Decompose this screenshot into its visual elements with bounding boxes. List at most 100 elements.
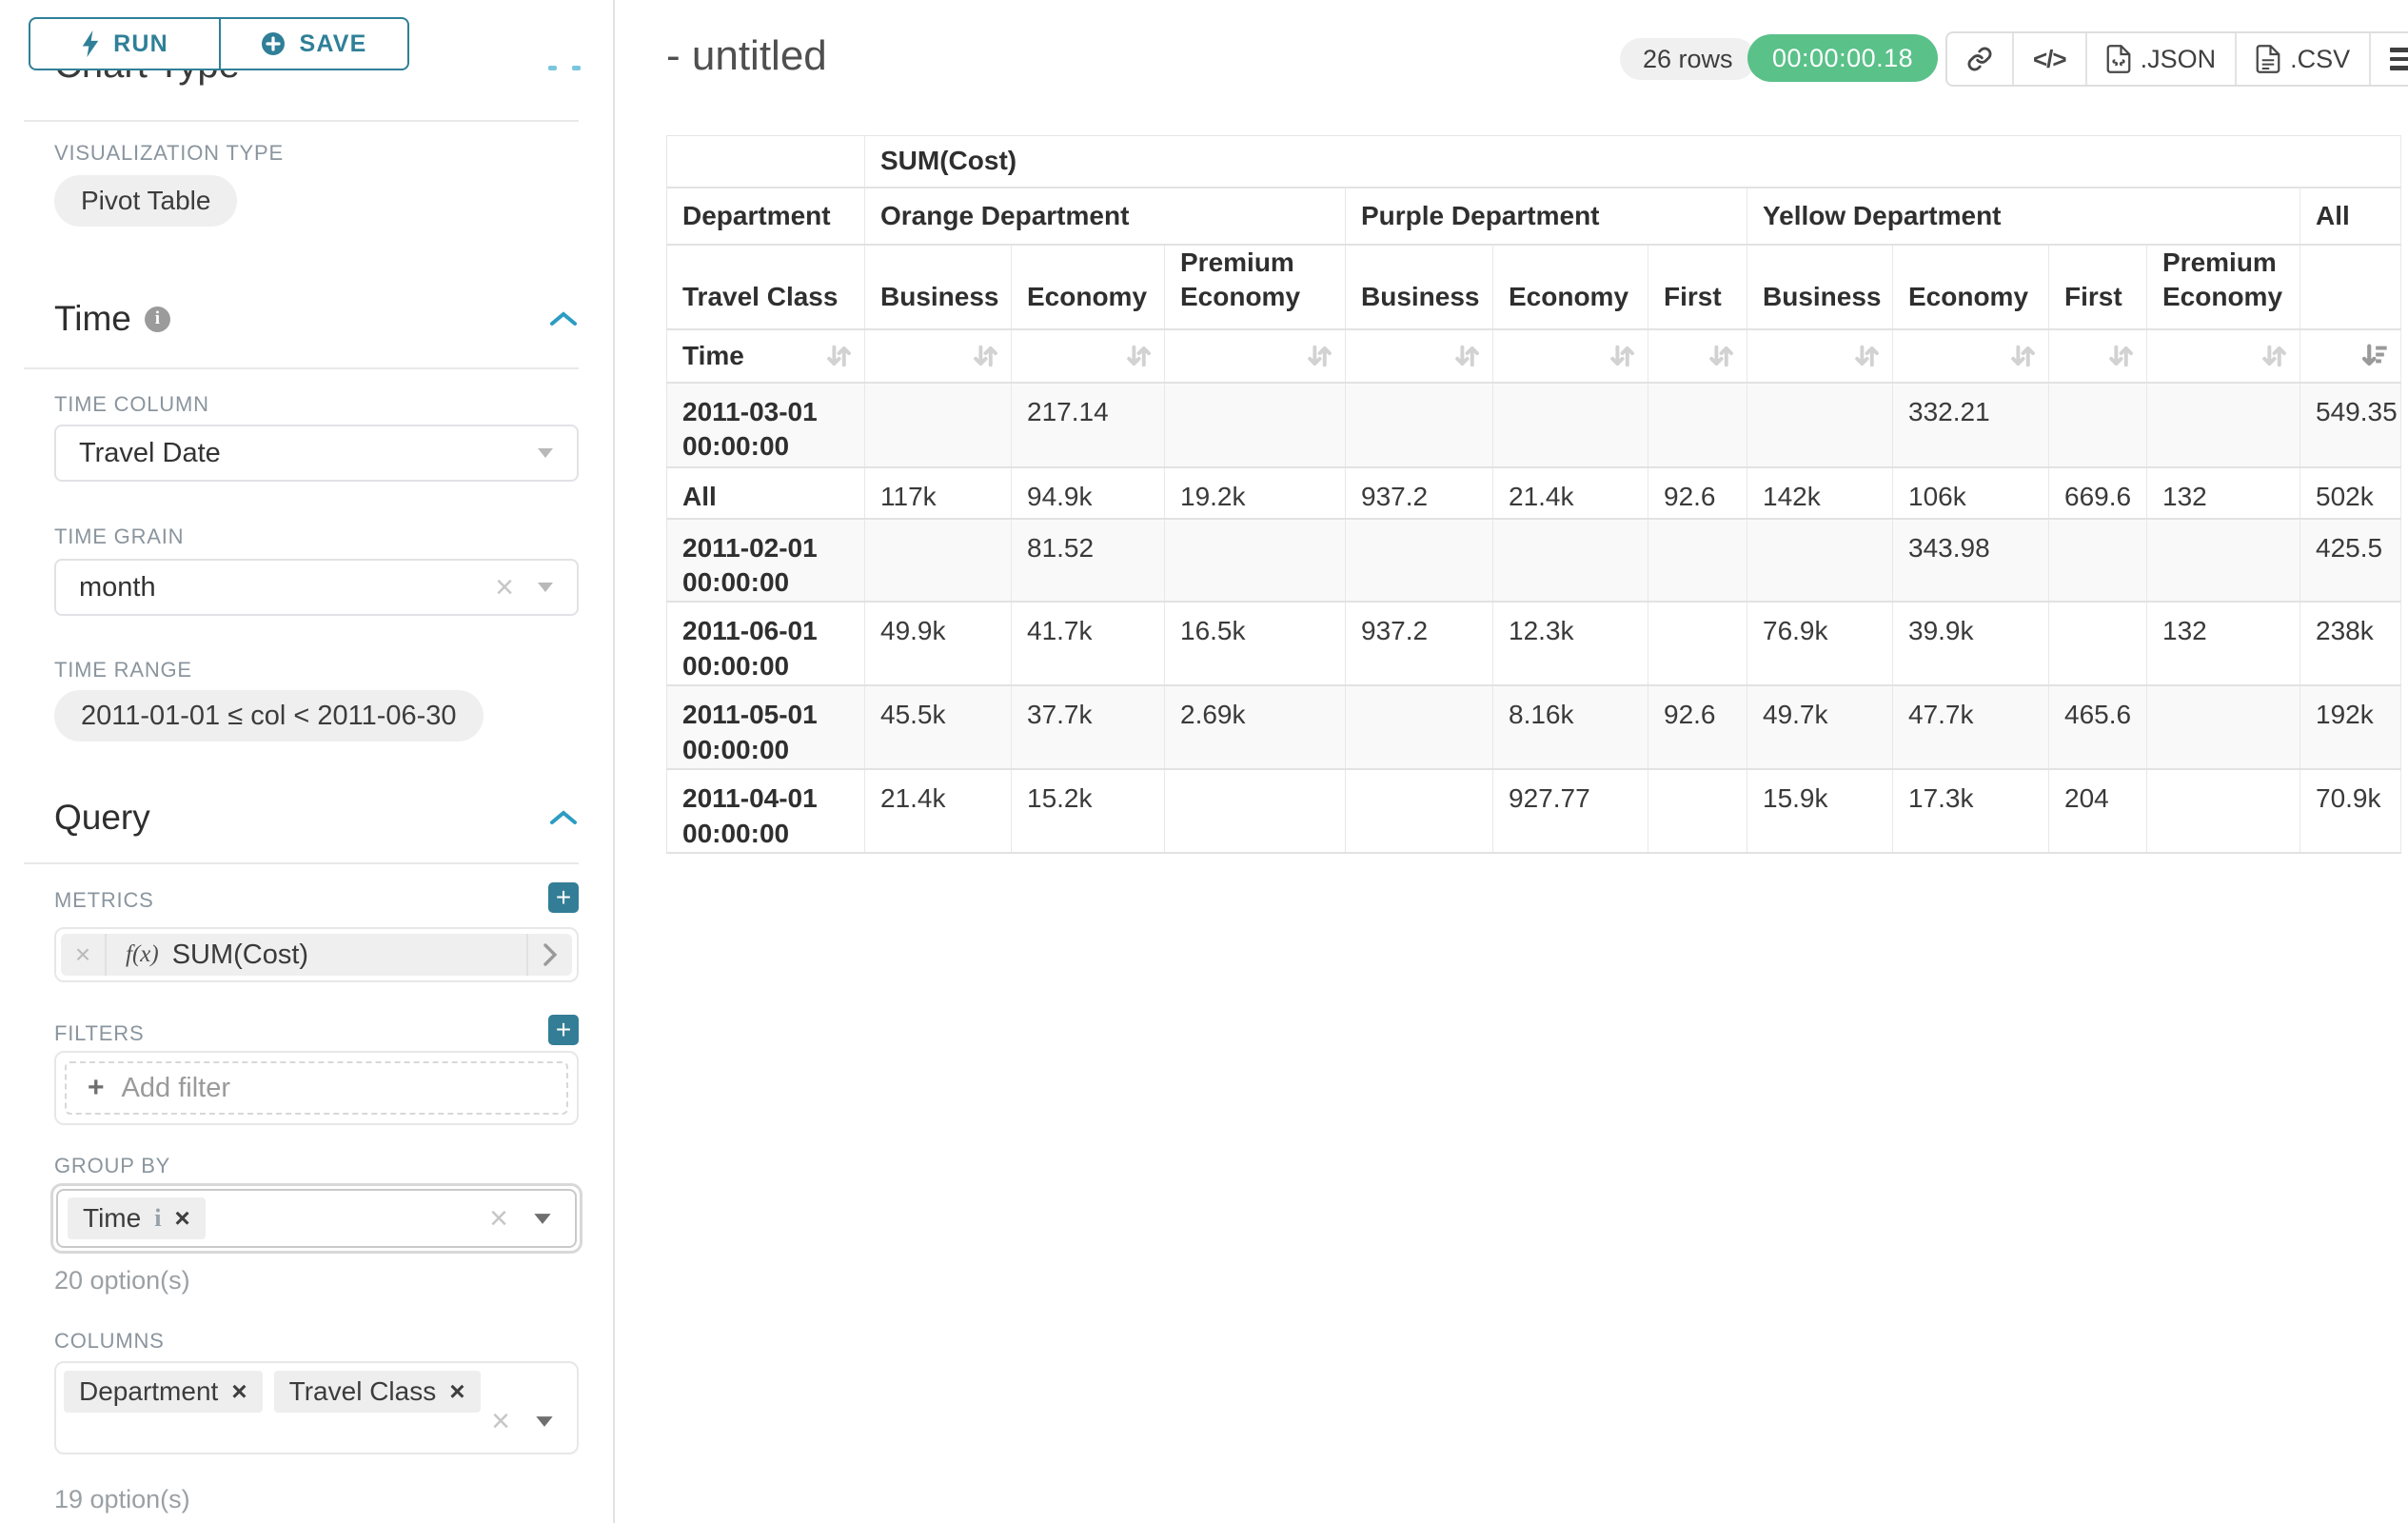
value-cell: 94.9k [1012, 467, 1165, 519]
sort-header-cell[interactable] [865, 329, 1012, 383]
embed-code-button[interactable]: </> [2012, 33, 2085, 85]
sort-header-cell[interactable] [1165, 329, 1346, 383]
selected-tag[interactable]: Travel Class × [274, 1371, 481, 1413]
columns-select[interactable]: Department× Travel Class × × [54, 1361, 579, 1454]
sort-header-cell[interactable] [1747, 329, 1893, 383]
remove-tag-icon[interactable]: × [231, 1378, 247, 1405]
menu-button[interactable] [2369, 33, 2408, 85]
travel-class-header-cell: First [1648, 245, 1747, 329]
remove-tag-icon[interactable]: × [449, 1378, 464, 1405]
sort-header-cell[interactable] [2049, 329, 2147, 383]
value-cell: 549.35 [2300, 383, 2401, 467]
metric-header-cell: SUM(Cost) [865, 136, 2401, 188]
chevron-up-icon[interactable] [548, 310, 579, 327]
travel-class-axis-label: Travel Class [667, 245, 865, 329]
export-json-button[interactable]: .JSON [2085, 33, 2236, 85]
time-axis-label[interactable]: Time [667, 329, 865, 383]
chevron-up-icon[interactable] [548, 66, 557, 70]
sort-icon[interactable] [1852, 343, 1881, 369]
info-icon[interactable]: i [154, 1204, 161, 1233]
value-cell [2147, 685, 2300, 769]
copy-link-button[interactable] [1947, 33, 2012, 85]
sort-descending-icon[interactable] [2360, 343, 2389, 369]
sort-header-cell[interactable] [2147, 329, 2300, 383]
filters-control: + Add filter [54, 1051, 579, 1125]
time-range-pill[interactable]: 2011-01-01 ≤ col < 2011-06-30 [54, 690, 484, 742]
chart-title[interactable]: - untitled [666, 32, 827, 80]
sort-icon[interactable] [1305, 343, 1333, 369]
value-cell [1346, 769, 1493, 853]
value-cell: 669.6 [2049, 467, 2147, 519]
sort-icon[interactable] [1707, 343, 1735, 369]
hamburger-icon [2390, 48, 2408, 70]
travel-class-header-cell: Economy [1893, 245, 2049, 329]
sort-header-cell[interactable] [1012, 329, 1165, 383]
value-cell: 37.7k [1012, 685, 1165, 769]
add-metric-button[interactable]: + [548, 882, 579, 913]
sort-icon[interactable] [2106, 343, 2135, 369]
row-time-label: 2011-04-01 00:00:00 [667, 769, 865, 853]
code-icon: </> [2033, 45, 2066, 74]
clear-icon[interactable]: × [495, 571, 514, 603]
chevron-up-icon[interactable] [548, 809, 579, 826]
section-divider [24, 120, 579, 122]
sort-header-cell[interactable] [2300, 329, 2401, 383]
time-grain-value: month [79, 572, 156, 603]
export-csv-button[interactable]: .CSV [2235, 33, 2369, 85]
sort-icon[interactable] [824, 343, 853, 369]
visualization-type-pill[interactable]: Pivot Table [54, 175, 237, 227]
travel-class-header-cell [2300, 245, 2401, 329]
travel-class-header-cell: Premium Economy [2147, 245, 2300, 329]
add-filter-dropzone[interactable]: + Add filter [65, 1061, 568, 1115]
sort-icon[interactable] [1452, 343, 1481, 369]
value-cell: 332.21 [1893, 383, 2049, 467]
row-time-label: 2011-03-01 00:00:00 [667, 383, 865, 467]
sort-icon[interactable] [2008, 343, 2037, 369]
chevron-up-icon[interactable] [572, 66, 581, 70]
sort-icon[interactable] [971, 343, 999, 369]
export-csv-label: .CSV [2290, 45, 2350, 74]
plus-circle-icon [261, 31, 286, 56]
remove-metric-icon[interactable]: × [61, 934, 107, 976]
table-row: All117k94.9k19.2k937.221.4k92.6142k106k6… [667, 467, 2401, 519]
value-cell [865, 519, 1012, 603]
clear-icon[interactable]: × [489, 1202, 508, 1235]
tag-label: Travel Class [289, 1376, 437, 1407]
sort-header-cell[interactable] [1493, 329, 1648, 383]
run-button-label: RUN [113, 30, 168, 58]
clear-icon[interactable]: × [491, 1405, 510, 1437]
selected-tag[interactable]: Department× [64, 1371, 263, 1413]
selected-tag[interactable]: Timei× [68, 1197, 206, 1239]
save-button-label: SAVE [299, 30, 366, 58]
table-row: 2011-03-01 00:00:00217.14332.21549.35 [667, 383, 2401, 467]
value-cell [1346, 519, 1493, 603]
sort-icon[interactable] [1124, 343, 1153, 369]
table-row: 2011-06-01 00:00:0049.9k41.7k16.5k937.21… [667, 602, 2401, 685]
add-filter-button[interactable]: + [548, 1015, 579, 1045]
time-grain-select[interactable]: month × [54, 559, 579, 616]
group-by-select[interactable]: Timei× × [50, 1183, 582, 1254]
value-cell: 142k [1747, 467, 1893, 519]
metric-pill[interactable]: × f(x) SUM(Cost) [61, 934, 572, 976]
remove-tag-icon[interactable]: × [174, 1205, 189, 1232]
value-cell: 19.2k [1165, 467, 1346, 519]
save-button[interactable]: SAVE [219, 19, 407, 69]
sort-header-cell[interactable] [1893, 329, 2049, 383]
caret-down-icon [537, 582, 554, 593]
expand-metric-button[interactable] [526, 934, 572, 976]
sort-header-cell[interactable] [1648, 329, 1747, 383]
info-icon[interactable]: i [145, 307, 170, 332]
sort-icon[interactable] [1608, 343, 1636, 369]
value-cell [1346, 685, 1493, 769]
sort-header-cell[interactable] [1346, 329, 1493, 383]
pivot-corner-cell [667, 136, 865, 188]
value-cell: 15.2k [1012, 769, 1165, 853]
metric-name: SUM(Cost) [172, 940, 308, 971]
query-section-title: Query [54, 798, 150, 838]
time-column-select[interactable]: Travel Date [54, 425, 579, 482]
run-button[interactable]: RUN [30, 19, 219, 69]
caret-down-icon[interactable] [535, 1415, 554, 1428]
sort-icon[interactable] [2260, 343, 2288, 369]
caret-down-icon[interactable] [533, 1213, 552, 1225]
control-panel: Chart Type RUN SAVE VISUALIZATION TYPE P… [0, 0, 615, 1523]
